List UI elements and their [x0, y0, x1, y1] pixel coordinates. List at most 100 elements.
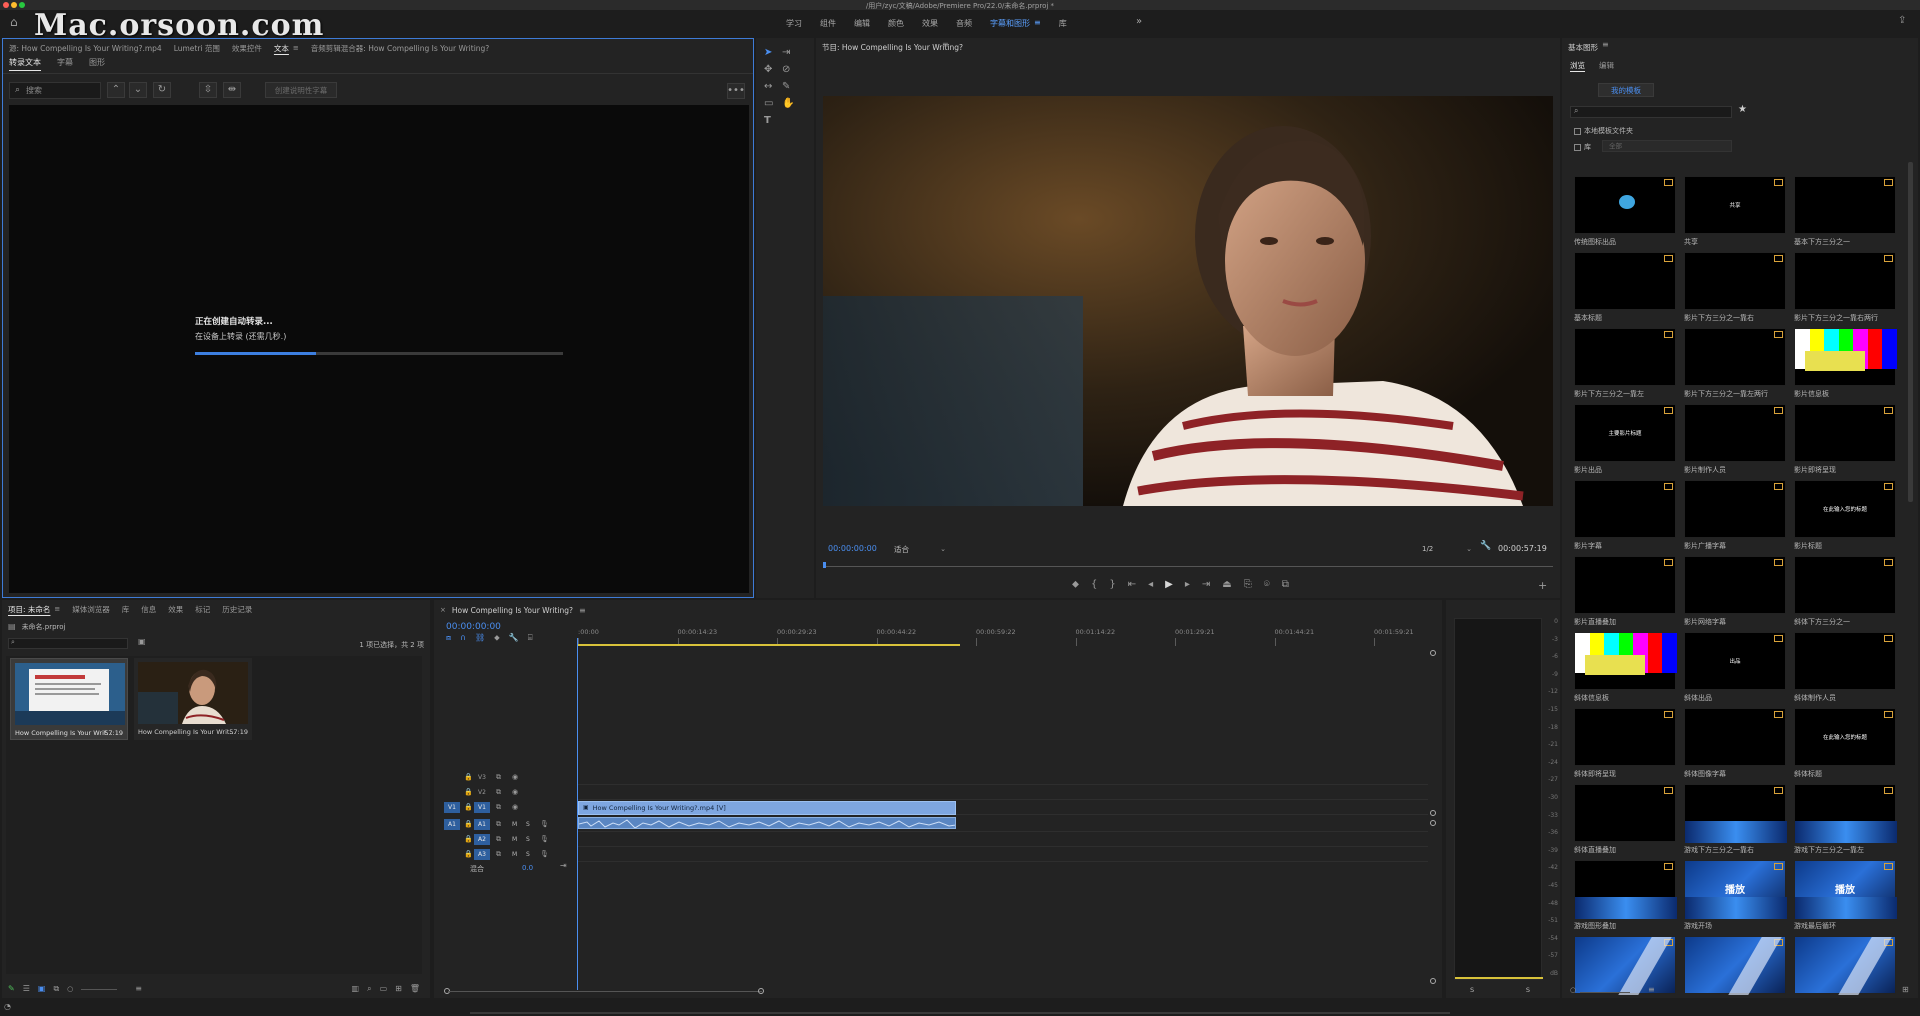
razor-tool-icon[interactable]: ⊘ — [782, 65, 790, 75]
step-forward-icon[interactable]: ▸ — [1185, 580, 1190, 590]
scroll-handle-mid[interactable] — [1430, 810, 1436, 816]
lock-icon[interactable]: 🔒 — [464, 835, 473, 843]
mix-value[interactable]: 0.0 — [522, 864, 533, 872]
template-thumbnail[interactable] — [1574, 708, 1676, 766]
template-thumbnail[interactable]: 播放 — [1684, 860, 1787, 919]
template-thumbnail[interactable] — [1574, 936, 1676, 995]
play-icon[interactable]: ▶ — [1165, 580, 1173, 590]
sync-lock-icon[interactable]: ⧉ — [496, 835, 501, 843]
template-thumbnail[interactable] — [1574, 784, 1676, 842]
selection-tool-icon[interactable]: ➤ — [764, 48, 772, 58]
text-panel-tab[interactable]: Lumetri 范围 — [174, 43, 220, 54]
template-thumbnail[interactable] — [1574, 556, 1676, 614]
video-clip[interactable]: ▣ How Compelling Is Your Writing?.mp4 [V… — [578, 801, 956, 815]
lock-icon[interactable]: 🔒 — [464, 803, 473, 811]
mark-out-icon[interactable]: } — [1109, 580, 1115, 590]
timeline-timecode[interactable]: 00:00:00:00 — [446, 622, 501, 632]
template-thumbnail[interactable] — [1684, 556, 1786, 614]
template-thumbnail[interactable] — [1574, 252, 1676, 310]
library-select[interactable]: 全部 — [1602, 140, 1732, 152]
template-thumbnail[interactable]: 播放 — [1794, 860, 1897, 919]
solo-right-button[interactable]: S — [1526, 986, 1530, 994]
template-thumbnail[interactable]: 在此输入您的标题 — [1794, 480, 1896, 538]
workspace-tab[interactable]: 学习 — [786, 18, 802, 29]
lock-icon[interactable]: 🔒 — [464, 820, 473, 828]
create-captions-button[interactable]: 创建说明性字幕 — [265, 82, 337, 98]
mute-button[interactable]: M — [512, 851, 517, 858]
lock-icon[interactable]: 🔒 — [464, 773, 473, 781]
lock-icon[interactable]: 🔒 — [464, 850, 473, 858]
source-patch[interactable]: V1 — [444, 801, 460, 813]
thumbnail-size-slider[interactable] — [1580, 992, 1630, 993]
sync-lock-icon[interactable]: ⧉ — [496, 788, 501, 796]
template-thumbnail[interactable] — [1794, 556, 1896, 614]
template-thumbnail[interactable] — [1794, 328, 1897, 386]
project-panel-tab[interactable]: 媒体浏览器 — [72, 604, 110, 615]
compare-view-icon[interactable]: ⧉ — [1282, 580, 1289, 590]
sync-lock-icon[interactable]: ⧉ — [496, 850, 501, 858]
merge-segments-button[interactable]: ⇳ — [199, 82, 217, 98]
library-checkbox[interactable] — [1574, 143, 1581, 151]
panel-menu-icon[interactable]: ≡ — [942, 41, 949, 49]
new-bin-from-search-icon[interactable]: ▣ — [138, 638, 146, 646]
go-to-in-icon[interactable]: ⇤ — [1128, 580, 1136, 590]
mix-end-icon[interactable]: ⇥ — [560, 862, 567, 870]
new-item-icon[interactable]: ⊞ — [395, 985, 402, 993]
zoom-out-icon[interactable]: ○ — [67, 985, 73, 993]
more-workspaces-button[interactable]: » — [1136, 16, 1142, 27]
template-thumbnail[interactable]: 出品 — [1684, 632, 1786, 690]
template-thumbnail[interactable] — [1574, 176, 1676, 234]
new-item-icon[interactable]: ⊞ — [1902, 986, 1909, 994]
add-marker-icon[interactable]: ⬥ — [1072, 580, 1079, 590]
template-thumbnail[interactable] — [1684, 252, 1786, 310]
previous-result-button[interactable]: ⌃ — [107, 82, 125, 98]
my-templates-button[interactable]: 我的模板 — [1598, 83, 1654, 97]
search-input[interactable]: 搜索 — [26, 85, 42, 96]
mute-button[interactable]: M — [512, 821, 517, 828]
template-thumbnail[interactable] — [1574, 480, 1676, 538]
icon-view-icon[interactable]: ▣ — [38, 985, 46, 993]
scroll-handle-top[interactable] — [1430, 650, 1436, 656]
project-item-2[interactable]: How Compelling Is Your Writ... 57:19 — [134, 658, 252, 740]
track-target[interactable]: V2 — [474, 787, 490, 798]
panel-menu-icon[interactable]: ≡ — [579, 606, 586, 615]
workspace-tab[interactable]: 编辑 — [854, 18, 870, 29]
panel-menu-icon[interactable]: ≡ — [1602, 41, 1609, 49]
video-frame[interactable] — [823, 96, 1553, 506]
project-item-1[interactable]: How Compelling Is Your Writ... 57:19 — [10, 658, 128, 740]
rectangle-tool-icon[interactable]: ▭ — [764, 99, 773, 109]
step-back-icon[interactable]: ◂ — [1148, 580, 1153, 590]
freeform-view-icon[interactable]: ⧉ — [53, 985, 59, 993]
captions-icon[interactable]: ⌸ — [528, 634, 533, 642]
fit-select[interactable]: 适合 ⌄ — [894, 543, 946, 555]
button-editor-icon[interactable]: + — [1538, 580, 1547, 591]
sync-lock-icon[interactable]: ⧉ — [496, 773, 501, 781]
template-grid-scrollbar[interactable] — [1908, 162, 1913, 502]
star-icon[interactable]: ★ — [1738, 105, 1747, 115]
library-checkbox-row[interactable]: 库 — [1574, 142, 1591, 152]
sync-lock-icon[interactable]: ⧉ — [496, 803, 501, 811]
local-templates-checkbox[interactable] — [1574, 127, 1581, 135]
text-panel-subtab[interactable]: 字幕 — [57, 57, 73, 71]
local-templates-checkbox-row[interactable]: 本地模板文件夹 — [1574, 126, 1633, 136]
track-target[interactable]: V1 — [474, 801, 490, 813]
add-marker-icon[interactable]: ⬥ — [494, 634, 500, 642]
lift-icon[interactable]: ⏏ — [1222, 580, 1231, 590]
slip-tool-icon[interactable]: ↔ — [764, 82, 772, 92]
template-thumbnail[interactable] — [1684, 328, 1786, 386]
eye-icon[interactable]: ◉ — [512, 788, 518, 796]
template-search-input[interactable]: ⌕ — [1570, 106, 1732, 118]
template-thumbnail[interactable] — [1794, 936, 1896, 995]
list-view-icon[interactable]: ☰ — [23, 985, 30, 993]
template-thumbnail[interactable] — [1684, 936, 1786, 995]
template-thumbnail[interactable] — [1794, 252, 1896, 310]
next-result-button[interactable]: ⌄ — [129, 82, 147, 98]
zoom-handle-right[interactable] — [758, 988, 764, 994]
trash-icon[interactable]: 🗑 — [410, 985, 420, 993]
essential-graphics-tab[interactable]: 编辑 — [1599, 60, 1614, 72]
program-scrub-bar[interactable] — [823, 562, 1553, 570]
text-panel-subtab[interactable]: 图形 — [89, 57, 105, 71]
new-bin-icon[interactable]: ▭ — [380, 985, 388, 993]
playhead[interactable] — [823, 562, 826, 568]
project-panel-tab[interactable]: 库 — [122, 604, 130, 615]
